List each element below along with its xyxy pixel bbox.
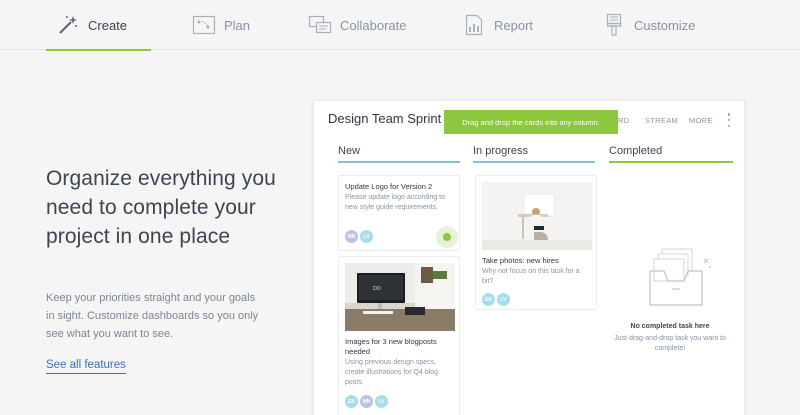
card-title: Images for 3 new blogposts needed xyxy=(345,337,437,356)
tab-create[interactable]: Create xyxy=(45,0,152,51)
avatar: LV xyxy=(497,293,510,306)
empty-state-title: No completed task here xyxy=(630,323,710,330)
card-image-desk: DO xyxy=(345,263,455,331)
board-title: Design Team Sprint xyxy=(328,111,442,126)
plan-board-icon xyxy=(192,13,216,37)
tab-label: Collaborate xyxy=(340,17,407,33)
report-chart-icon xyxy=(462,13,486,37)
card-title: Take photos: new hires xyxy=(482,256,559,265)
empty-tray-icon xyxy=(644,243,714,313)
drag-drop-tooltip: Drag and drop the cards into any column. xyxy=(444,110,618,134)
card-assignees: EK LV xyxy=(482,293,510,306)
avatar: EK xyxy=(482,293,495,306)
paint-brush-icon xyxy=(602,13,626,37)
card-description: Why not focus on this task for a bit? xyxy=(482,268,580,285)
avatar: LV xyxy=(360,230,373,243)
tab-board[interactable]: RD xyxy=(618,116,629,125)
column-header-in-progress: In progress xyxy=(473,145,595,163)
tab-plan[interactable]: Plan xyxy=(192,0,250,50)
tab-stream[interactable]: STREAM xyxy=(645,116,678,125)
card-assignees: EK MN LV xyxy=(345,395,388,408)
avatar: MN xyxy=(360,395,373,408)
hero-subtext: Keep your priorities straight and your g… xyxy=(46,292,259,340)
hero-headline: Organize everything you need to complete… xyxy=(46,167,276,248)
tab-label: Plan xyxy=(224,17,251,33)
drag-handle-indicator[interactable] xyxy=(436,226,458,248)
tab-label: Create xyxy=(88,17,128,33)
card-image-workspace xyxy=(482,182,592,250)
tab-collaborate[interactable]: Collaborate xyxy=(308,0,407,50)
see-all-features-link[interactable]: See all features xyxy=(46,358,126,374)
tab-label: Customize xyxy=(634,17,696,33)
empty-state-subtitle: Just drag-and-drop task you want to comp… xyxy=(614,335,726,352)
board-preview: Design Team Sprint RD STREAM MORE Drag a… xyxy=(313,100,745,415)
task-card-blog-images[interactable]: DO Images for 3 new blogposts needed Usi… xyxy=(338,256,460,415)
feature-tabs: Create Plan Collaborate Report Customize xyxy=(0,0,800,51)
tab-report[interactable]: Report xyxy=(462,0,533,50)
avatar: EK xyxy=(345,395,358,408)
chat-bubbles-icon xyxy=(308,13,332,37)
tab-customize[interactable]: Customize xyxy=(602,0,695,50)
magic-wand-icon xyxy=(56,13,80,37)
card-title: Update Logo for Version 2 xyxy=(345,182,433,191)
more-options-icon[interactable] xyxy=(726,111,732,129)
column-header-completed: Completed xyxy=(609,145,733,163)
task-card-take-photos[interactable]: Take photos: new hires Why not focus on … xyxy=(475,175,597,310)
card-description: Using previous design specs, create illu… xyxy=(345,359,438,386)
task-card-update-logo[interactable]: Update Logo for Version 2 Please update … xyxy=(338,175,460,251)
card-description: Please update logo according to new styl… xyxy=(345,194,446,211)
tab-label: Report xyxy=(494,17,534,33)
avatar: MN xyxy=(345,230,358,243)
svg-text:DO: DO xyxy=(373,286,381,292)
column-header-new: New xyxy=(338,145,460,163)
card-assignees: MN LV xyxy=(345,230,373,243)
tab-more[interactable]: MORE xyxy=(689,116,713,125)
avatar: LV xyxy=(375,395,388,408)
